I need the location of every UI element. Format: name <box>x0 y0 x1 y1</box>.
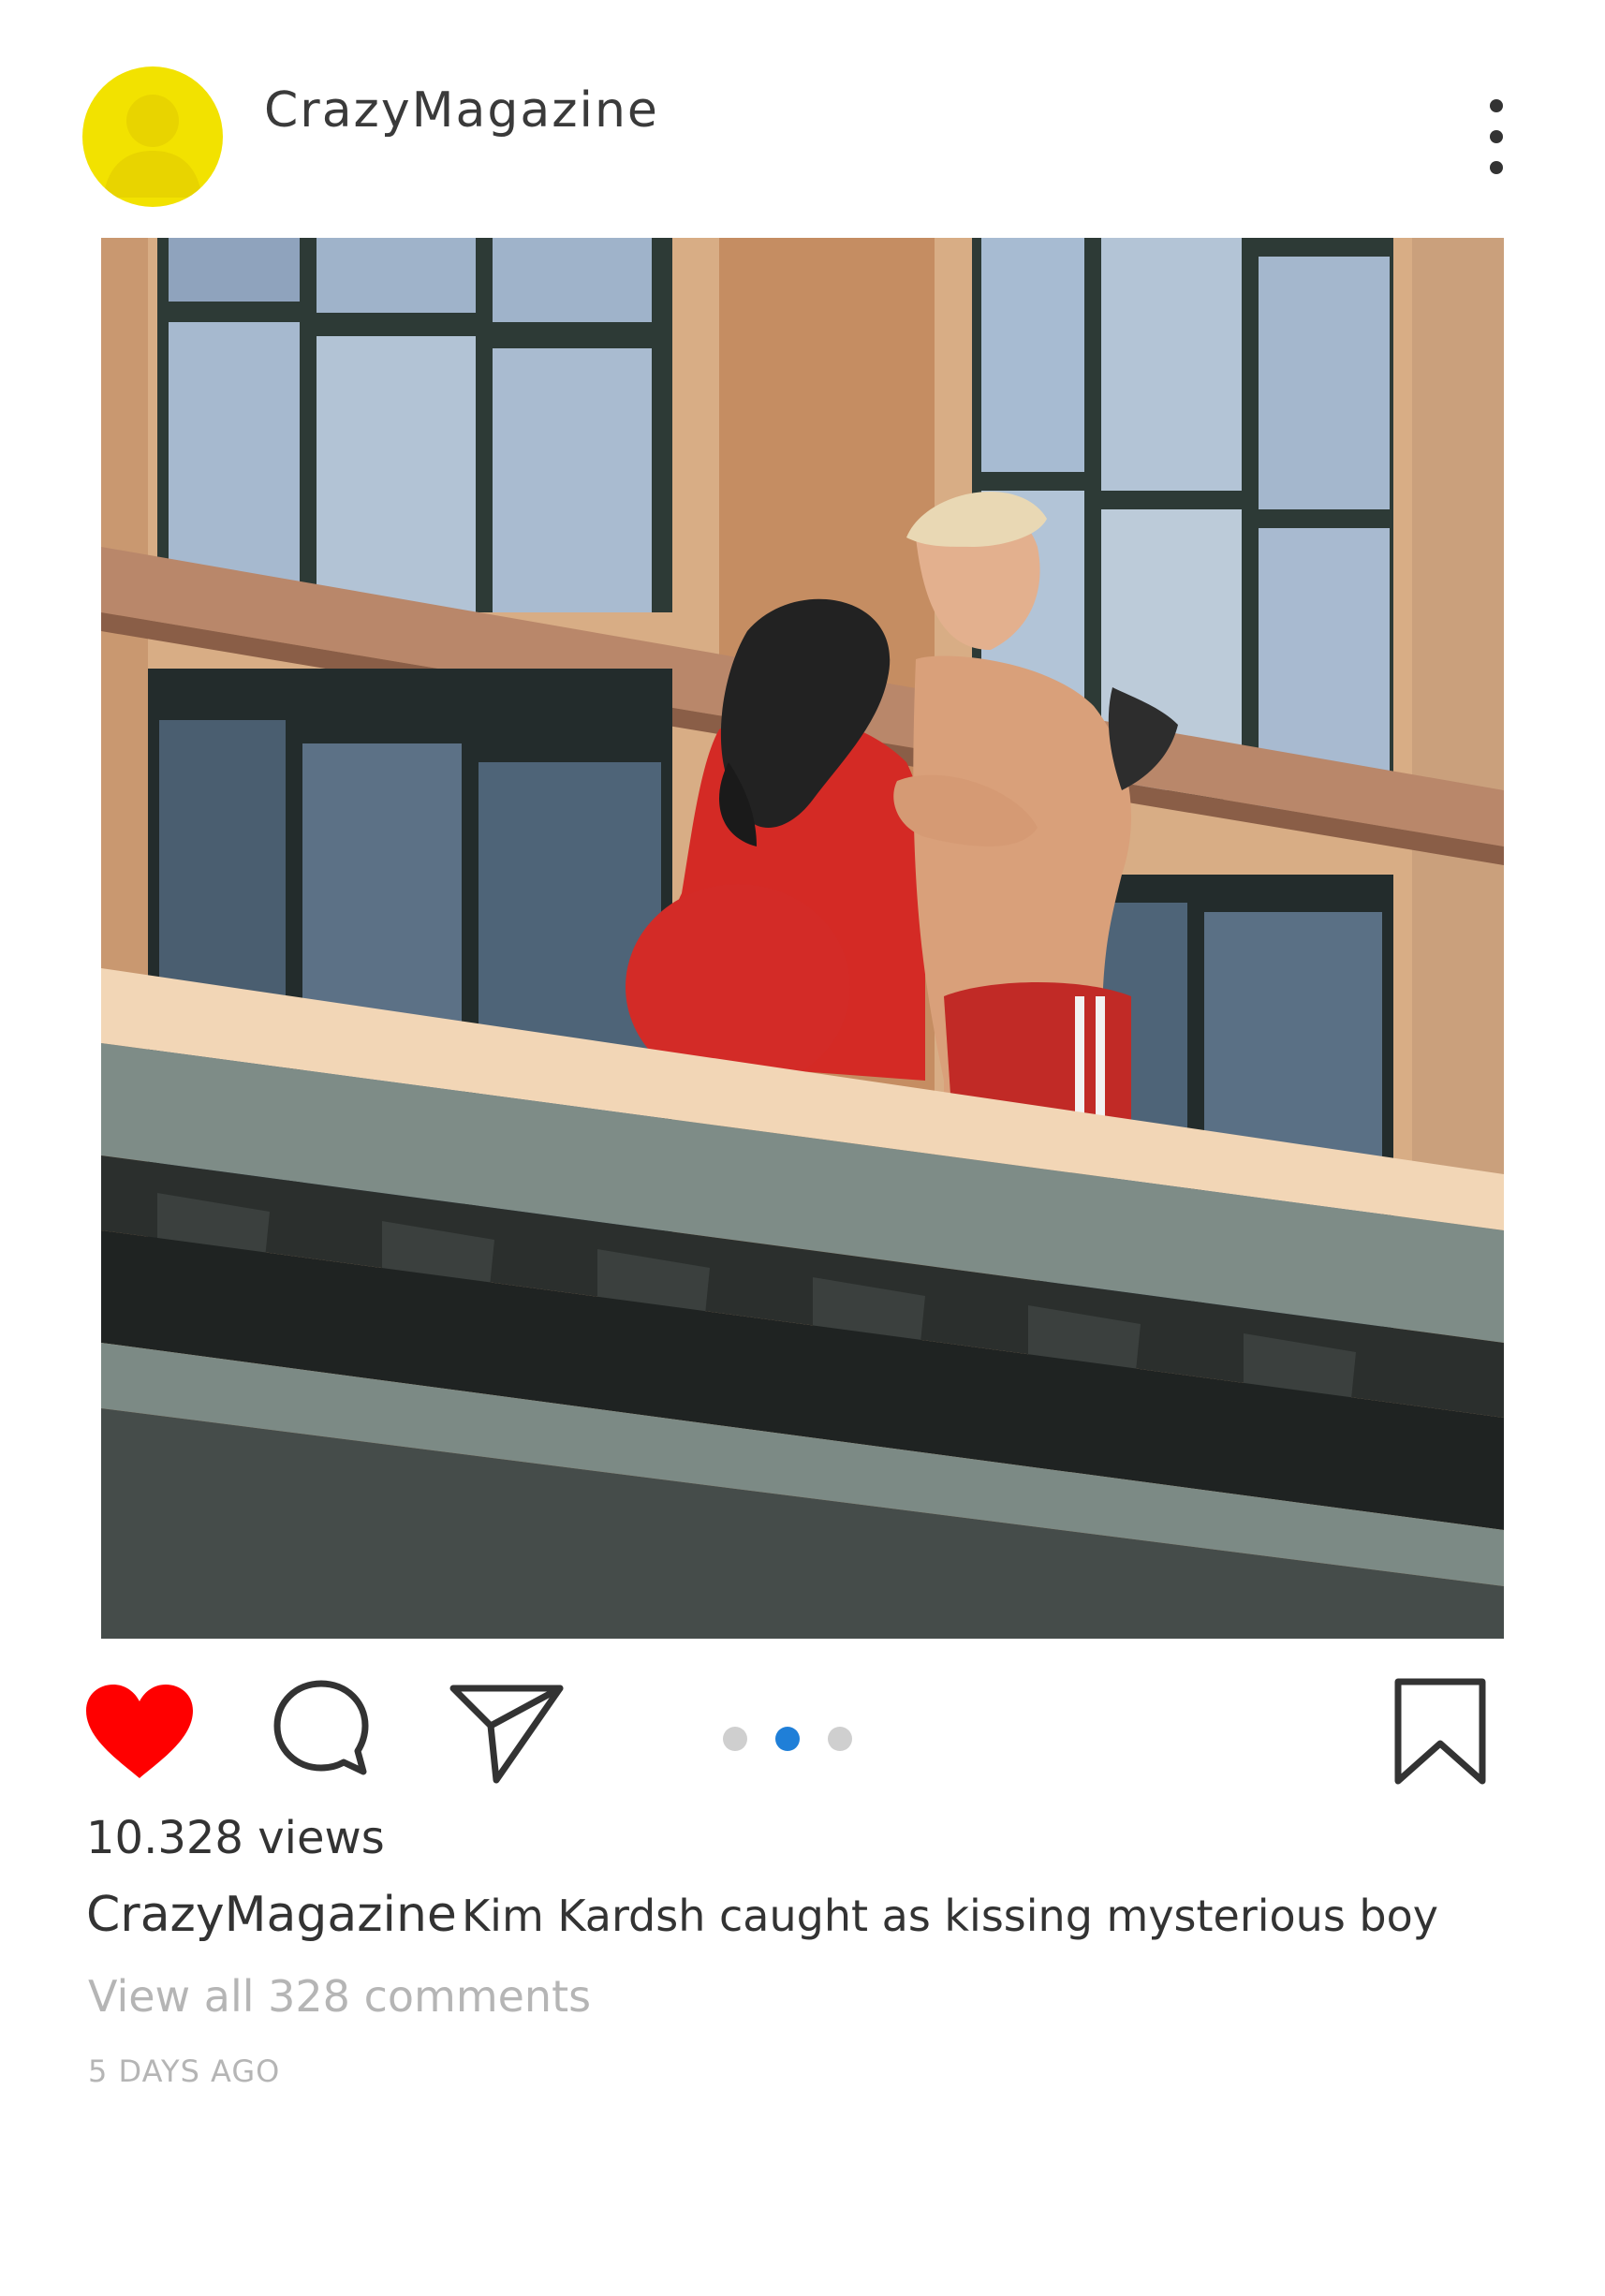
user-silhouette-icon <box>103 95 202 198</box>
more-dot <box>1490 161 1503 174</box>
comment-bubble-icon[interactable] <box>270 1676 373 1779</box>
paper-plane-icon[interactable] <box>448 1681 566 1786</box>
view-count: 10.328 views <box>86 1812 385 1864</box>
caption-text: Kim Kardsh caught as kissing mysterious … <box>462 1891 1438 1941</box>
carousel-dot[interactable] <box>723 1727 747 1751</box>
carousel-dot[interactable] <box>828 1727 852 1751</box>
post-username[interactable]: CrazyMagazine <box>264 82 659 139</box>
carousel-indicator <box>723 1726 852 1752</box>
more-vertical-icon[interactable] <box>1478 99 1515 174</box>
view-all-comments-link[interactable]: View all 328 comments <box>88 1971 591 2022</box>
balcony-kiss-illustration <box>101 238 1504 1639</box>
bookmark-icon[interactable] <box>1391 1676 1490 1787</box>
post-photo[interactable] <box>101 238 1504 1639</box>
more-dot <box>1490 99 1503 112</box>
caption-username[interactable]: CrazyMagazine <box>86 1887 457 1943</box>
carousel-dot-active[interactable] <box>775 1727 800 1751</box>
avatar[interactable] <box>82 66 223 207</box>
caption: CrazyMagazine Kim Kardsh caught as kissi… <box>86 1887 1438 1943</box>
more-dot <box>1490 130 1503 143</box>
post-timestamp: 5 DAYS AGO <box>88 2053 281 2089</box>
heart-icon[interactable] <box>82 1681 197 1782</box>
